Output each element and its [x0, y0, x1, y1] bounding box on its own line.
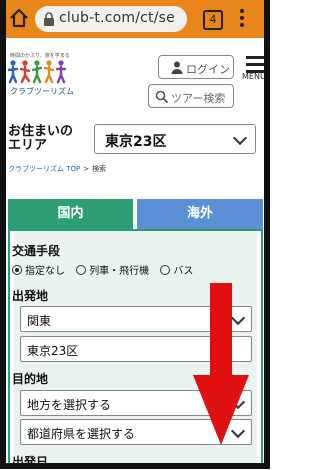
transport-option-bus[interactable]: バス	[160, 265, 193, 277]
browser-menu-icon[interactable]	[239, 9, 245, 29]
logo-tagline: 時間のかぶり、旅を学まる	[10, 53, 70, 59]
departure-region-value: 関東	[27, 314, 52, 328]
residence-area-label: お住まいの エリア	[8, 124, 74, 153]
residence-area-value: 東京23区	[105, 134, 167, 150]
tour-search-button[interactable]: ツアー検索	[148, 84, 234, 108]
url-text: club-t.com/ct/se	[59, 10, 175, 26]
destination-label: 目的地	[12, 372, 49, 386]
radio-selected-icon	[12, 265, 22, 275]
tour-search-label: ツアー検索	[171, 92, 226, 105]
residence-area-select[interactable]: 東京23区	[94, 124, 256, 154]
search-icon	[155, 90, 168, 103]
login-button[interactable]: ログイン	[158, 55, 234, 79]
logo-figures-icon	[8, 60, 67, 84]
person-icon	[171, 61, 183, 74]
chevron-down-icon	[232, 130, 248, 146]
tab-overseas[interactable]: 海外	[137, 199, 263, 229]
departure-label: 出発地	[12, 289, 49, 303]
radio-icon	[160, 265, 171, 275]
transport-option-train-plane[interactable]: 列車・飛行機	[76, 265, 149, 277]
down-arrow-icon	[193, 283, 249, 445]
site-logo[interactable]: 時間のかぶり、旅を学まる クラブツーリズム	[8, 52, 78, 104]
home-icon[interactable]	[8, 7, 30, 29]
destination-prefecture-value: 都道府県を選択する	[27, 427, 136, 441]
lock-icon	[44, 12, 54, 26]
destination-region-value: 地方を選択する	[27, 398, 112, 412]
tab-domestic[interactable]: 国内	[8, 199, 133, 229]
browser-toolbar: club-t.com/ct/se 4	[0, 0, 270, 38]
login-label: ログイン	[186, 63, 230, 76]
breadcrumb-home-link[interactable]: クラブツーリズム TOP	[8, 165, 80, 173]
departure-city-value: 東京23区	[27, 344, 79, 358]
address-bar[interactable]: club-t.com/ct/se	[35, 6, 187, 32]
menu-label: MENU	[242, 72, 266, 81]
radio-icon	[76, 265, 87, 275]
transport-label: 交通手段	[12, 244, 61, 258]
logo-text: クラブツーリズム	[10, 87, 74, 96]
transport-radio-group: 指定なし 列車・飛行機 バス	[12, 262, 201, 277]
breadcrumb: クラブツーリズム TOP > 検索	[8, 164, 106, 174]
tab-switcher-button[interactable]: 4	[203, 10, 223, 30]
transport-option-none[interactable]: 指定なし	[12, 265, 65, 277]
breadcrumb-current: 検索	[92, 165, 107, 173]
hamburger-icon	[246, 56, 266, 59]
breadcrumb-separator: >	[83, 165, 90, 173]
